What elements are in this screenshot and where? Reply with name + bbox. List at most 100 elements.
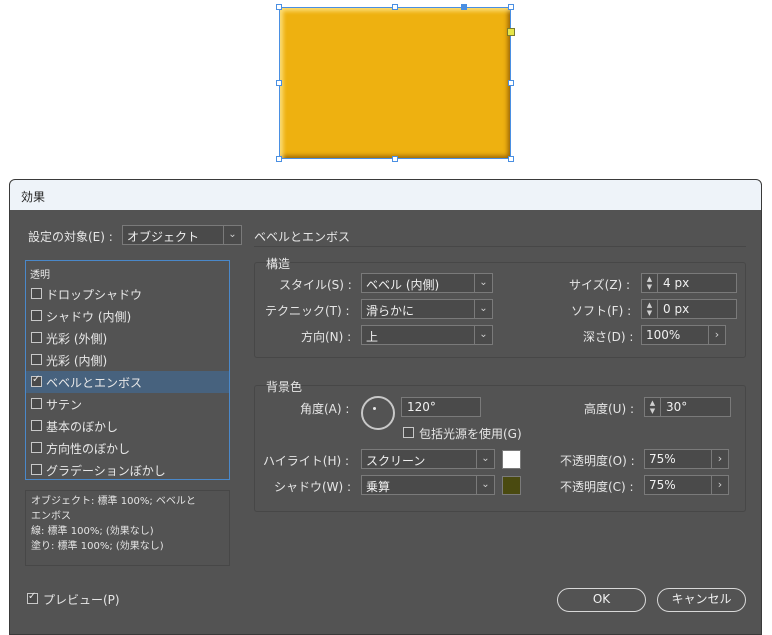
dialog-title: 効果: [21, 190, 46, 204]
checkbox-checked[interactable]: ✓: [31, 374, 42, 387]
direction-value: 上: [366, 330, 379, 344]
checkbox[interactable]: [31, 420, 42, 431]
list-item-inner-glow[interactable]: 光彩 (内側): [26, 349, 229, 371]
chevron-down-icon: ⌄: [476, 476, 494, 494]
settings-for-label: 設定の対象(E) :: [28, 230, 113, 244]
list-item-transparency[interactable]: 透明: [26, 261, 229, 283]
list-item-satin[interactable]: サテン: [26, 393, 229, 415]
size-value: 4 px: [663, 276, 690, 290]
checkbox[interactable]: [31, 442, 42, 453]
list-item-outer-glow[interactable]: 光彩 (外側): [26, 327, 229, 349]
shadow-opacity-label: 不透明度(C) :: [560, 480, 634, 494]
resize-handle-right[interactable]: [508, 80, 514, 86]
preview-checkbox[interactable]: ✓: [27, 591, 38, 604]
preview-label: プレビュー(P): [43, 593, 120, 607]
cancel-button[interactable]: キャンセル: [657, 588, 746, 612]
style-dropdown[interactable]: ベベル (内側) ⌄: [361, 273, 493, 293]
angle-dot: [373, 407, 376, 410]
highlight-color-swatch[interactable]: [502, 450, 521, 469]
soften-label: ソフト(F) :: [571, 304, 632, 318]
global-light-checkbox[interactable]: [403, 427, 414, 438]
chevron-down-icon: ⌄: [474, 274, 492, 292]
highlight-mode-dropdown[interactable]: スクリーン ⌄: [361, 449, 495, 469]
soften-field[interactable]: ▲ ▼ 0 px: [641, 299, 737, 319]
depth-field[interactable]: 100% ›: [641, 325, 726, 345]
list-item-gradient-feather[interactable]: グラデーションぼかし: [26, 459, 229, 481]
checkbox[interactable]: [31, 332, 42, 343]
settings-for-value: オブジェクト: [127, 230, 200, 244]
checkbox[interactable]: [31, 354, 42, 365]
shading-title: 背景色: [266, 380, 303, 394]
resize-handle-bottom-right[interactable]: [508, 156, 514, 162]
list-item-inner-shadow[interactable]: シャドウ (内側): [26, 305, 229, 327]
style-value: ベベル (内側): [366, 278, 440, 292]
checkbox[interactable]: [31, 398, 42, 409]
summary-line: 塗り: 標準 100%; (効果なし): [31, 541, 164, 552]
resize-handle-bottom[interactable]: [392, 156, 398, 162]
global-light-label: 包括光源を使用(G): [419, 427, 522, 441]
check-icon: ✓: [28, 591, 37, 602]
list-item-bevel-emboss[interactable]: ✓ ベベルとエンボス: [26, 371, 229, 393]
highlight-mode-value: スクリーン: [366, 454, 426, 468]
highlight-label: ハイライト(H) :: [263, 454, 350, 468]
chevron-down-icon: ⌄: [474, 326, 492, 344]
ok-button[interactable]: OK: [557, 588, 646, 612]
depth-value: 100%: [646, 328, 681, 342]
corner-options-handle[interactable]: [507, 28, 515, 36]
technique-dropdown[interactable]: 滑らかに ⌄: [361, 299, 493, 319]
summary-line: 線: 標準 100%; (効果なし): [31, 526, 154, 537]
resize-handle-bottom-left[interactable]: [276, 156, 282, 162]
resize-handle-left[interactable]: [276, 80, 282, 86]
stepper-icon[interactable]: ▲ ▼: [642, 300, 658, 318]
size-field[interactable]: ▲ ▼ 4 px: [641, 273, 737, 293]
depth-label: 深さ(D) :: [583, 330, 634, 344]
technique-value: 滑らかに: [366, 304, 415, 318]
effects-list: 透明 ドロップシャドウ シャドウ (内側) 光彩 (外側) 光彩 (内側) ✓ …: [25, 260, 230, 480]
checkbox[interactable]: [31, 464, 42, 475]
section-title: ベベルとエンボス: [254, 230, 351, 244]
chevron-right-icon[interactable]: ›: [708, 326, 725, 344]
shadow-mode-dropdown[interactable]: 乗算 ⌄: [361, 475, 495, 495]
shadow-opacity-field[interactable]: 75% ›: [644, 475, 729, 495]
altitude-field[interactable]: ▲ ▼ 30°: [644, 397, 731, 417]
chevron-right-icon[interactable]: ›: [711, 450, 728, 468]
resize-handle-top[interactable]: [392, 4, 398, 10]
effects-summary: オブジェクト: 標準 100%; ベベルと エンボス 線: 標準 100%; (…: [25, 490, 230, 566]
chevron-down-icon: ⌄: [474, 300, 492, 318]
highlight-opacity-field[interactable]: 75% ›: [644, 449, 729, 469]
shadow-color-swatch[interactable]: [502, 476, 521, 495]
list-item-directional-feather[interactable]: 方向性のぼかし: [26, 437, 229, 459]
direction-label: 方向(N) :: [301, 330, 352, 344]
list-item-basic-feather[interactable]: 基本のぼかし: [26, 415, 229, 437]
soften-value: 0 px: [663, 302, 690, 316]
chevron-down-icon: ⌄: [223, 226, 241, 244]
summary-line: エンボス: [31, 511, 71, 522]
stepper-icon[interactable]: ▲ ▼: [645, 398, 661, 416]
settings-for-dropdown[interactable]: オブジェクト ⌄: [122, 225, 242, 245]
angle-dial[interactable]: [361, 396, 395, 430]
dialog-titlebar: 効果: [10, 180, 761, 210]
check-icon: ✓: [32, 374, 41, 385]
chevron-right-icon[interactable]: ›: [711, 476, 728, 494]
resize-handle-top-right[interactable]: [508, 4, 514, 10]
effects-dialog: 効果 設定の対象(E) : オブジェクト ⌄ ベベルとエンボス 透明 ドロップシ…: [9, 179, 762, 635]
selection-frame: [279, 7, 511, 159]
resize-handle-top-left[interactable]: [276, 4, 282, 10]
altitude-label: 高度(U) :: [584, 402, 635, 416]
angle-value: 120°: [407, 400, 436, 414]
style-label: スタイル(S) :: [279, 278, 352, 292]
list-item-drop-shadow[interactable]: ドロップシャドウ: [26, 283, 229, 305]
size-label: サイズ(Z) :: [569, 278, 631, 292]
shadow-mode-value: 乗算: [366, 480, 391, 494]
angle-label: 角度(A) :: [300, 402, 350, 416]
highlight-opacity-value: 75%: [649, 452, 676, 466]
checkbox[interactable]: [31, 310, 42, 321]
shadow-label: シャドウ(W) :: [274, 480, 352, 494]
summary-line: オブジェクト: 標準 100%; ベベルと: [31, 496, 196, 507]
center-point-handle[interactable]: [461, 4, 467, 10]
angle-field[interactable]: 120°: [401, 397, 481, 417]
chevron-down-icon: ⌄: [476, 450, 494, 468]
stepper-icon[interactable]: ▲ ▼: [642, 274, 658, 292]
checkbox[interactable]: [31, 288, 42, 299]
direction-dropdown[interactable]: 上 ⌄: [361, 325, 493, 345]
